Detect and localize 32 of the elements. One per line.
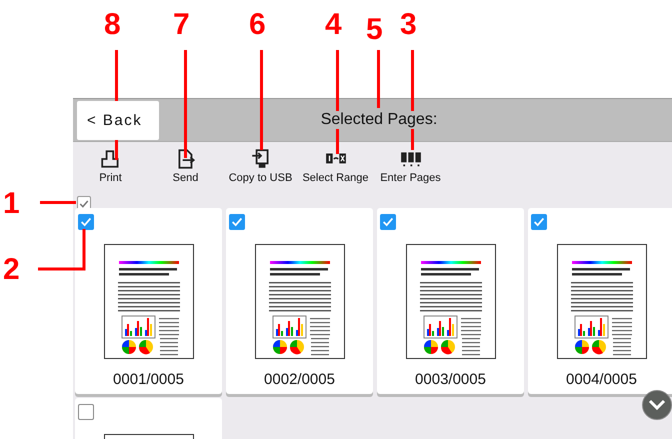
callout-number: 4	[325, 7, 342, 43]
page-card[interactable]: 0003/0005	[377, 208, 524, 394]
callout-number: 2	[3, 252, 20, 288]
chevron-down-icon	[648, 399, 666, 411]
toolbar-button[interactable]: Enter Pages	[373, 142, 448, 184]
page-checkbox[interactable]	[78, 404, 94, 420]
callout-number: 5	[366, 12, 383, 48]
leader-line	[377, 50, 380, 108]
callout-number: 1	[3, 186, 20, 222]
toolbar-button[interactable]: Send	[148, 142, 223, 184]
callout-number: 7	[173, 7, 190, 43]
page-number: 0003/0005	[415, 371, 486, 388]
printer-icon	[100, 148, 122, 170]
leader-line	[40, 201, 76, 204]
toolbar-button[interactable]: Print	[73, 142, 148, 184]
callout-number: 8	[104, 7, 121, 43]
page-number: 0001/0005	[113, 371, 184, 388]
usb-arrow-icon	[250, 148, 272, 170]
callout-number: 6	[249, 7, 266, 43]
back-button[interactable]: < Back	[77, 100, 159, 140]
page-checkbox[interactable]	[531, 214, 547, 230]
leader-line	[38, 229, 88, 271]
page-card[interactable]: 0001/0005	[75, 208, 222, 394]
page-checkbox[interactable]	[78, 214, 94, 230]
page-number: 0002/0005	[264, 371, 335, 388]
page-card[interactable]: 0004/0005	[528, 208, 672, 394]
page-card[interactable]: 0002/0005	[226, 208, 373, 394]
toolbar-button[interactable]: Copy to USB	[223, 142, 298, 184]
page-checkbox[interactable]	[229, 214, 245, 230]
page-number: 0004/0005	[566, 371, 637, 388]
callout-number: 3	[400, 7, 417, 43]
page-checkbox[interactable]	[380, 214, 396, 230]
